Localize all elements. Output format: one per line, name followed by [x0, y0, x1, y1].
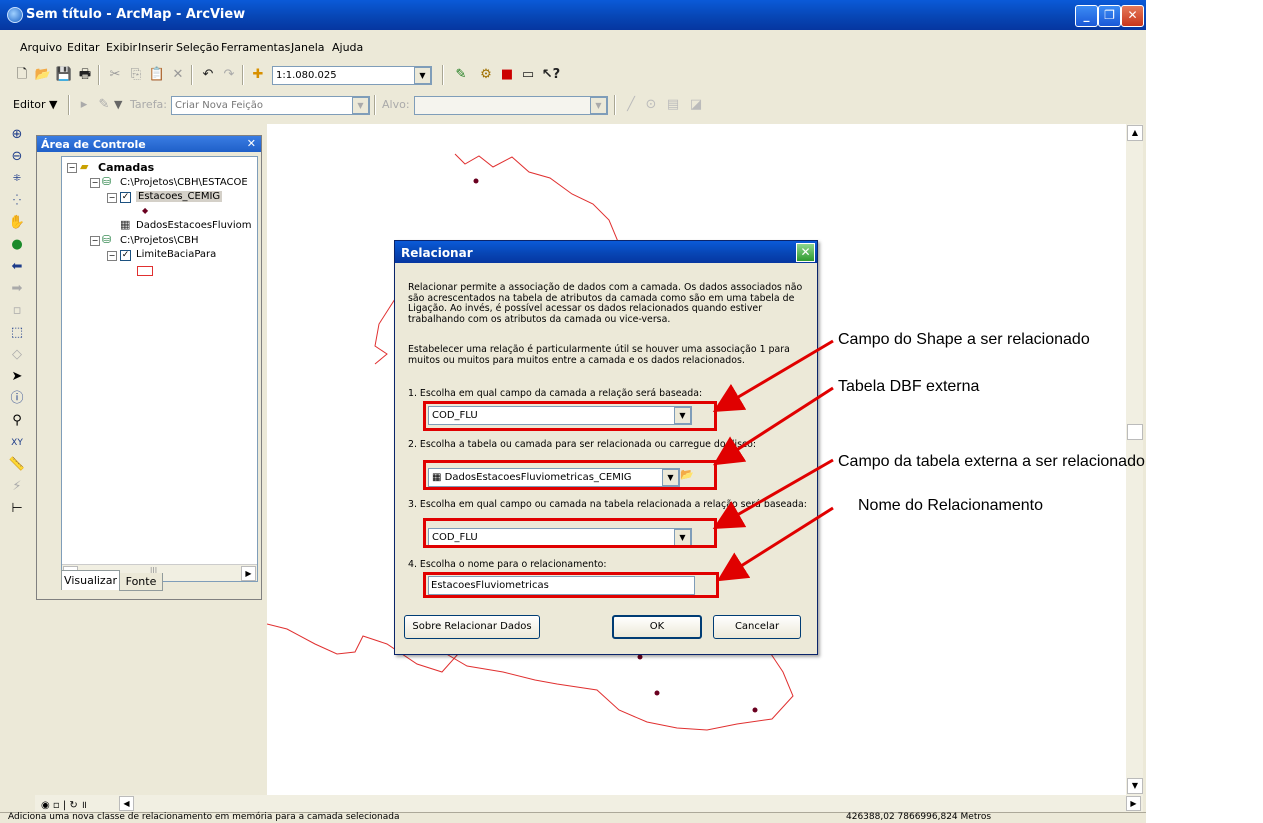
callout-arrows	[712, 339, 834, 582]
callout-relationship-name: Nome do Relacionamento	[858, 497, 1043, 514]
callout-external-field: Campo da tabela externa a ser relacionad…	[838, 453, 1145, 470]
callout-shape-field: Campo do Shape a ser relacionado	[838, 331, 1090, 348]
callout-dbf-table: Tabela DBF externa	[838, 378, 980, 395]
